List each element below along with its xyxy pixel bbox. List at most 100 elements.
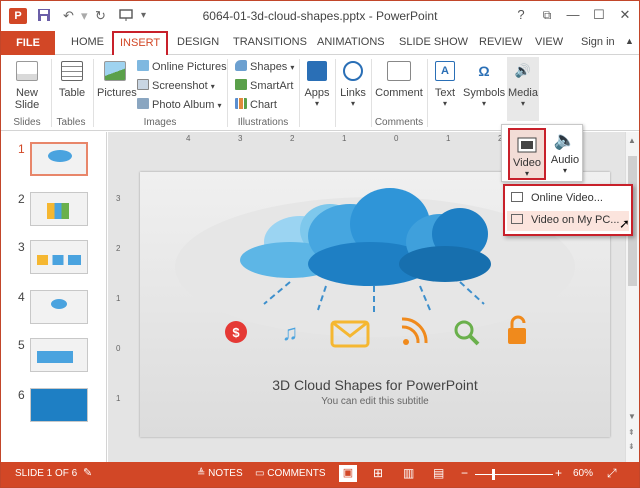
apps-button[interactable]: Apps ▾ — [303, 57, 331, 108]
comments-label: COMMENTS — [267, 468, 326, 479]
ruler-tick-label: 3 — [238, 134, 243, 143]
symbols-button[interactable]: Ω Symbols ▾ — [463, 57, 505, 108]
film-strip-icon — [517, 137, 537, 153]
new-slide-label: New Slide — [14, 87, 40, 111]
tab-home[interactable]: HOME — [71, 36, 104, 48]
scroll-up-icon[interactable]: ▲ — [628, 136, 636, 145]
text-label: Text — [434, 87, 456, 99]
reading-view-icon[interactable]: ▥ — [403, 466, 414, 480]
zoom-slider[interactable] — [475, 474, 553, 475]
dropdown-arrow-icon: ▾ — [481, 99, 486, 108]
comments-button[interactable]: ▭ COMMENTS — [255, 468, 326, 479]
thumbnail-cloud-graphic — [48, 150, 72, 162]
group-divider — [335, 59, 336, 127]
next-slide-icon[interactable]: ⇟ — [628, 442, 635, 451]
tab-transitions[interactable]: TRANSITIONS — [233, 36, 307, 48]
links-icon — [343, 61, 363, 81]
media-dropdown: Video ▾ 🔈 Audio ▾ — [501, 124, 583, 182]
tab-file[interactable]: FILE — [1, 31, 55, 55]
fit-slide-icon[interactable]: ⤢ — [607, 466, 617, 481]
chart-label: Chart — [250, 99, 277, 111]
vertical-scrollbar[interactable]: ▲ ▼ ⇞ ⇟ — [625, 132, 639, 462]
close-button[interactable]: ✕ — [613, 5, 637, 25]
online-pictures-icon — [137, 60, 149, 71]
links-button[interactable]: Links ▾ — [339, 57, 367, 108]
slide-sorter-icon[interactable]: ⊞ — [373, 466, 383, 480]
thumbnail-number: 3 — [18, 240, 25, 254]
slide-count-indicator: SLIDE 1 OF 6 — [15, 468, 78, 479]
slideshow-icon[interactable]: ▤ — [433, 466, 444, 480]
screenshot-label: Screenshot — [152, 80, 208, 92]
ribbon-display-options-button[interactable]: ⧉ — [535, 5, 559, 25]
zoom-slider-thumb[interactable] — [492, 469, 495, 480]
slide-thumbnail-5[interactable] — [30, 338, 88, 372]
thumbnail-graphic — [37, 255, 81, 265]
media-button[interactable]: 🔊 Media ▾ — [507, 57, 539, 121]
audio-button[interactable]: 🔈 Audio ▾ — [550, 129, 580, 175]
slide-thumbnail-6[interactable] — [30, 388, 88, 422]
group-divider — [51, 59, 52, 127]
tab-design[interactable]: DESIGN — [177, 36, 219, 48]
comment-button[interactable]: Comment — [375, 57, 423, 99]
photo-album-label: Photo Album — [152, 99, 215, 111]
tab-slideshow[interactable]: SLIDE SHOW — [399, 36, 468, 48]
slide-thumbnail-1[interactable] — [30, 142, 88, 176]
scroll-down-icon[interactable]: ▼ — [628, 412, 636, 421]
video-file-icon — [511, 214, 523, 224]
group-divider — [427, 59, 428, 127]
smartart-button[interactable]: SmartArt — [235, 79, 293, 92]
photo-album-button[interactable]: Photo Album ▾ — [137, 98, 221, 111]
thumbnail-graphic — [37, 351, 73, 363]
help-button[interactable]: ? — [509, 5, 533, 25]
zoom-in-button[interactable]: + — [555, 466, 562, 480]
chart-button[interactable]: Chart — [235, 98, 277, 111]
previous-slide-icon[interactable]: ⇞ — [628, 428, 635, 437]
screenshot-icon — [137, 79, 149, 90]
group-label-illustrations: Illustrations — [237, 117, 289, 128]
smartart-icon — [235, 79, 247, 90]
group-label-images: Images — [143, 117, 177, 128]
comment-label: Comment — [375, 87, 423, 99]
maximize-button[interactable]: ☐ — [587, 5, 611, 25]
media-label: Media — [508, 87, 538, 99]
tab-insert[interactable]: INSERT — [111, 31, 169, 57]
slide-thumbnail-4[interactable] — [30, 290, 88, 324]
online-video-menu-item[interactable]: Online Video... — [511, 192, 603, 204]
spell-check-icon[interactable]: ✎ — [83, 466, 92, 479]
text-button[interactable]: A Text ▾ — [431, 57, 459, 108]
title-bar: P ↶ ▾ ↻ ▾ 6064-01-3d-cloud-shapes.pptx -… — [1, 1, 639, 31]
slide-thumbnail-3[interactable] — [30, 240, 88, 274]
ruler-tick-label: 1 — [116, 394, 121, 403]
slide-thumbnail-2[interactable] — [30, 192, 88, 226]
shapes-button[interactable]: Shapes ▾ — [235, 60, 294, 73]
vertical-ruler: 3 2 1 0 1 — [116, 174, 126, 434]
photo-album-icon — [137, 98, 149, 109]
thumbnail-cloud-graphic — [51, 299, 67, 309]
collapse-ribbon-icon[interactable]: ▲ — [625, 36, 634, 46]
ruler-tick-label: 0 — [394, 134, 399, 143]
new-slide-icon — [16, 61, 38, 81]
normal-view-icon[interactable]: ▣ — [339, 465, 357, 482]
zoom-level[interactable]: 60% — [573, 468, 593, 479]
sign-in-link[interactable]: Sign in — [581, 36, 615, 48]
video-on-my-pc-menu-item[interactable]: Video on My PC... — [507, 211, 629, 231]
notes-button[interactable]: ≜ NOTES — [197, 468, 243, 479]
video-button[interactable]: Video ▾ — [508, 128, 546, 180]
powerpoint-window: P ↶ ▾ ↻ ▾ 6064-01-3d-cloud-shapes.pptx -… — [0, 0, 640, 488]
tab-animations[interactable]: ANIMATIONS — [317, 36, 385, 48]
pictures-button[interactable]: Pictures — [97, 57, 137, 99]
ruler-tick-label: 1 — [342, 134, 347, 143]
omega-symbol-icon: Ω — [478, 63, 490, 79]
screenshot-button[interactable]: Screenshot ▾ — [137, 79, 215, 92]
new-slide-button[interactable]: New Slide — [7, 57, 47, 111]
online-pictures-button[interactable]: Online Pictures — [137, 60, 227, 73]
slide-title[interactable]: 3D Cloud Shapes for PowerPoint — [140, 377, 610, 393]
table-button[interactable]: Table — [55, 57, 89, 99]
ruler-tick-label: 2 — [290, 134, 295, 143]
zoom-out-button[interactable]: − — [461, 466, 468, 480]
tab-review[interactable]: REVIEW — [479, 36, 522, 48]
minimize-button[interactable]: — — [561, 5, 585, 25]
thumbnail-number: 5 — [18, 338, 25, 352]
slide-subtitle[interactable]: You can edit this subtitle — [140, 396, 610, 407]
tab-view[interactable]: VIEW — [535, 36, 563, 48]
